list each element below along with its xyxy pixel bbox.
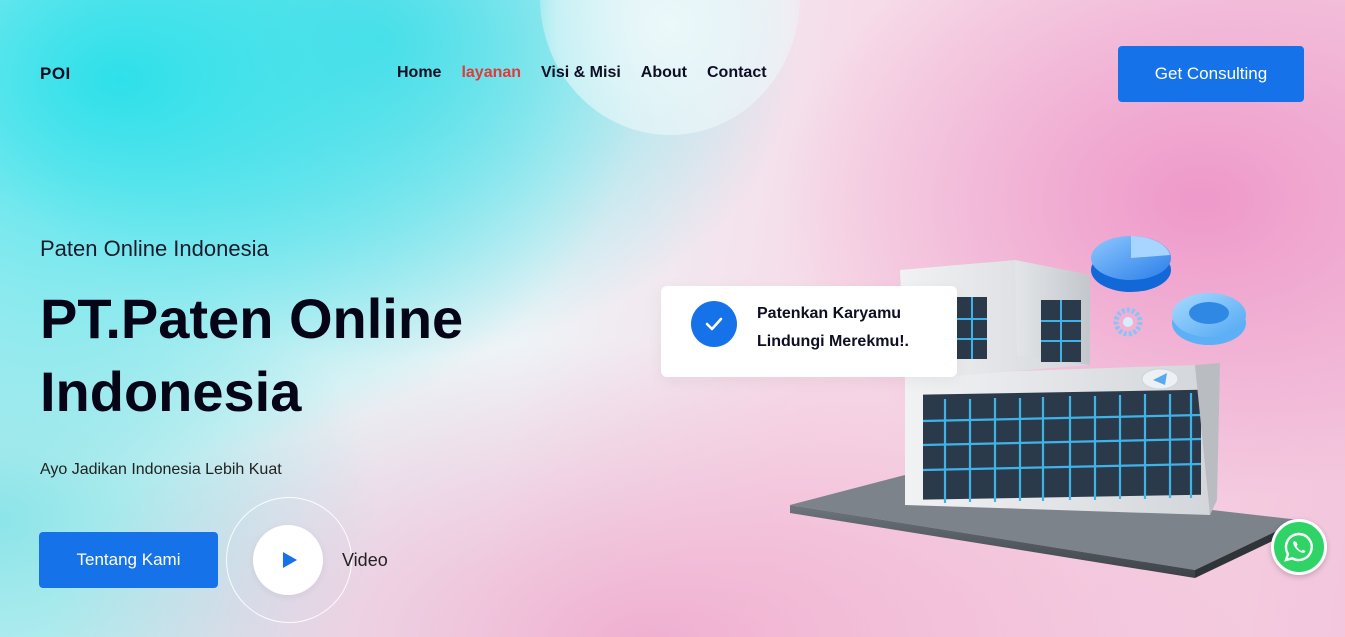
whatsapp-icon	[1284, 532, 1313, 562]
nav-home[interactable]: Home	[397, 64, 441, 82]
logo[interactable]: POI	[40, 64, 71, 84]
nav-visi-misi[interactable]: Visi & Misi	[541, 64, 621, 82]
hero-tagline: Ayo Jadikan Indonesia Lebih Kuat	[40, 461, 282, 478]
play-icon	[283, 552, 297, 568]
card-line-1: Patenkan Karyamu	[757, 305, 902, 322]
tentang-kami-button[interactable]: Tentang Kami	[39, 532, 218, 588]
hero-subtitle: Paten Online Indonesia	[40, 236, 269, 261]
get-consulting-button[interactable]: Get Consulting	[1118, 46, 1304, 102]
main-nav: Home layanan Visi & Misi About Contact	[397, 64, 767, 82]
nav-contact[interactable]: Contact	[707, 64, 767, 82]
hero-title: PT.Paten Online Indonesia	[40, 287, 464, 423]
whatsapp-button[interactable]	[1271, 519, 1327, 575]
building-illustration	[790, 236, 1300, 578]
nav-about[interactable]: About	[641, 64, 687, 82]
play-video-button[interactable]	[253, 525, 323, 595]
check-icon	[691, 301, 737, 347]
promo-card: Patenkan Karyamu Lindungi Merekmu!.	[661, 286, 957, 377]
nav-layanan[interactable]: layanan	[461, 64, 521, 82]
video-label[interactable]: Video	[342, 550, 388, 571]
card-line-2: Lindungi Merekmu!.	[757, 333, 909, 350]
